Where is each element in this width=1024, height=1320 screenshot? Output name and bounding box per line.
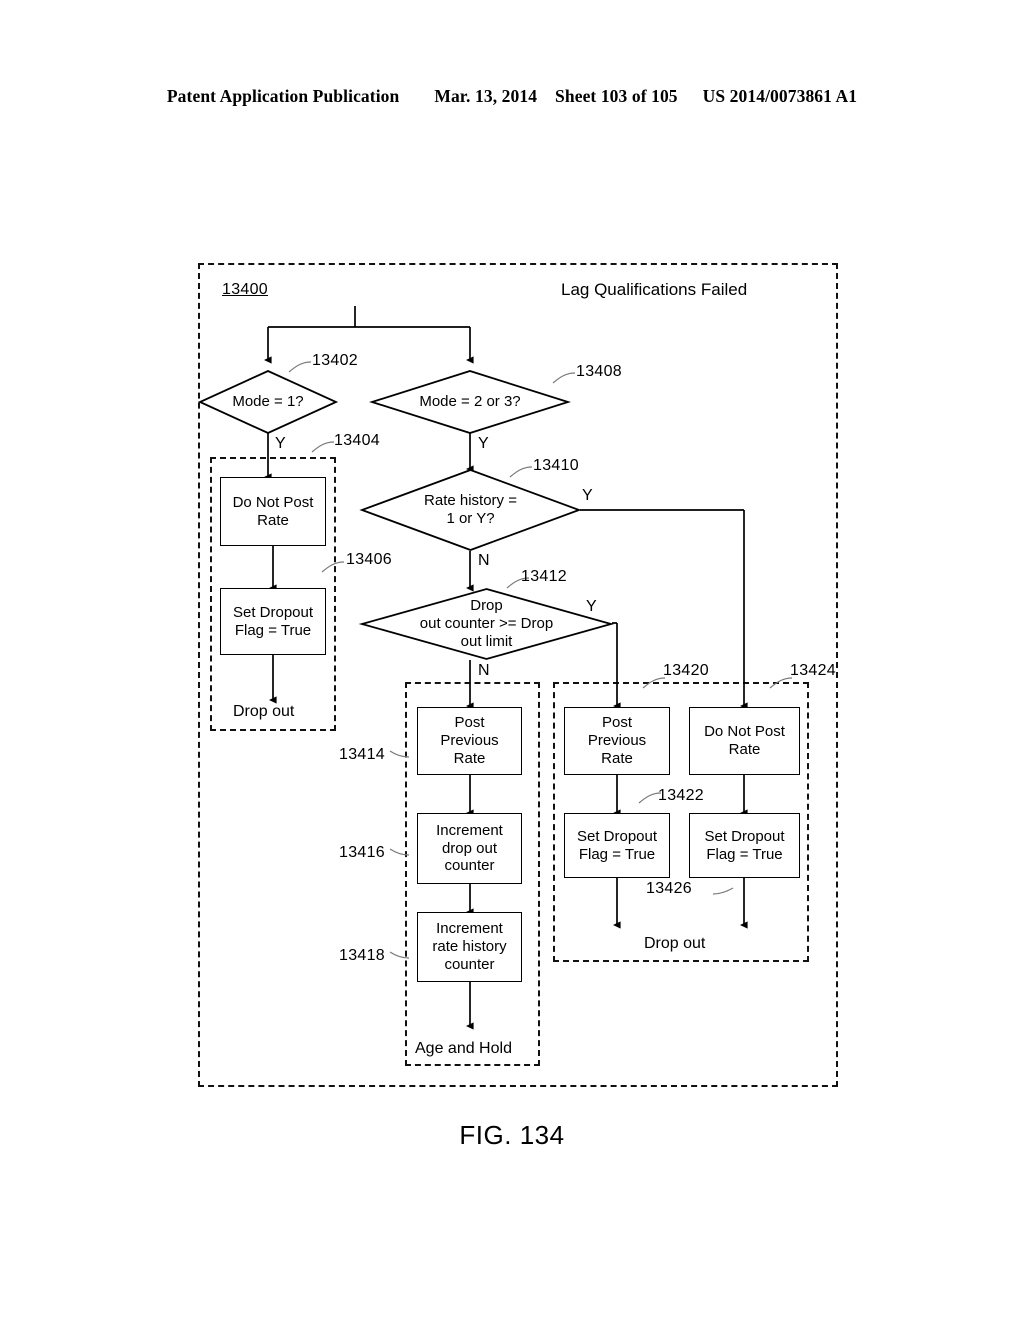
branch-label-y-13412: Y: [586, 598, 597, 615]
process-do-not-post-rate-left: Do Not Post Rate: [220, 477, 326, 546]
process-13416-line3: counter: [444, 857, 495, 875]
process-13424-line2: Rate: [728, 741, 761, 758]
process-post-previous-rate-right: Post Previous Rate: [564, 707, 670, 775]
branch-label-y-13402: Y: [275, 435, 286, 452]
process-13404-line2: Rate: [257, 511, 289, 529]
decision-mode-equals-1: Mode = 1?: [197, 370, 339, 434]
process-13416-line2: drop out: [441, 839, 498, 857]
ref-13410: 13410: [533, 457, 579, 474]
figure-reference-number: 13400: [222, 281, 268, 298]
process-13420-line2: Previous: [587, 732, 647, 750]
process-13414-line3: Rate: [453, 749, 486, 767]
process-set-dropout-flag-right-b: Set Dropout Flag = True: [689, 813, 800, 878]
process-13420-line3: Rate: [601, 749, 633, 767]
patent-figure: 13400 Lag Qualifications Failed Mode = 1…: [0, 0, 1024, 1320]
ref-13424: 13424: [790, 662, 836, 679]
ref-13402: 13402: [312, 352, 358, 369]
ref-13404: 13404: [334, 432, 380, 449]
ref-13418: 13418: [339, 947, 385, 964]
process-13418-line2: rate history: [432, 938, 507, 956]
ref-13420: 13420: [663, 662, 709, 679]
ref-13422: 13422: [658, 787, 704, 804]
process-13418-line1: Increment: [436, 920, 503, 938]
figure-caption: FIG. 134: [459, 1120, 565, 1150]
process-13422-line2: Flag = True: [578, 845, 656, 863]
ref-13416: 13416: [339, 844, 385, 861]
branch-label-y-13410: Y: [582, 487, 593, 504]
branch-label-n-13410: N: [478, 552, 490, 569]
process-do-not-post-rate-right: Do Not Post Rate: [689, 707, 800, 775]
process-13422-line1: Set Dropout: [576, 827, 658, 845]
ref-13408: 13408: [576, 363, 622, 380]
process-13418-line3: counter: [444, 955, 495, 973]
process-13426-line2: Flag = True: [706, 845, 783, 863]
decision-rate-history: Rate history = 1 or Y?: [359, 469, 582, 551]
ref-13414: 13414: [339, 746, 385, 763]
branch-label-y-13408: Y: [478, 435, 489, 452]
process-13414-line2: Previous: [440, 732, 499, 750]
terminal-age-and-hold: Age and Hold: [415, 1040, 512, 1057]
process-13414-line1: Post: [454, 714, 485, 732]
ref-13406: 13406: [346, 551, 392, 568]
process-13404-line1: Do Not Post: [232, 493, 314, 511]
process-13424-line1: Do Not Post: [704, 723, 785, 741]
decision-mode-equals-2-or-3: Mode = 2 or 3?: [369, 370, 571, 434]
process-13406-line1: Set Dropout: [232, 603, 314, 621]
process-increment-dropout-counter: Increment drop out counter: [417, 813, 522, 884]
process-13420-line1: Post: [601, 714, 632, 732]
decision-dropout-counter-limit: Drop out counter >= Drop out limit: [358, 588, 615, 660]
terminal-dropout-right: Drop out: [644, 935, 706, 952]
process-increment-rate-history-counter: Increment rate history counter: [417, 912, 522, 982]
process-set-dropout-flag-right-a: Set Dropout Flag = True: [564, 813, 670, 878]
ref-13426: 13426: [646, 880, 692, 897]
process-set-dropout-flag-left: Set Dropout Flag = True: [220, 588, 326, 655]
process-post-previous-rate-middle: Post Previous Rate: [417, 707, 522, 775]
terminal-dropout-left: Drop out: [233, 703, 295, 720]
process-13426-line1: Set Dropout: [704, 827, 785, 845]
process-13416-line1: Increment: [436, 821, 503, 839]
process-13406-line2: Flag = True: [234, 621, 312, 639]
branch-label-n-13412: N: [478, 662, 490, 679]
ref-13412: 13412: [521, 568, 567, 585]
figure-section-title: Lag Qualifications Failed: [561, 280, 748, 299]
